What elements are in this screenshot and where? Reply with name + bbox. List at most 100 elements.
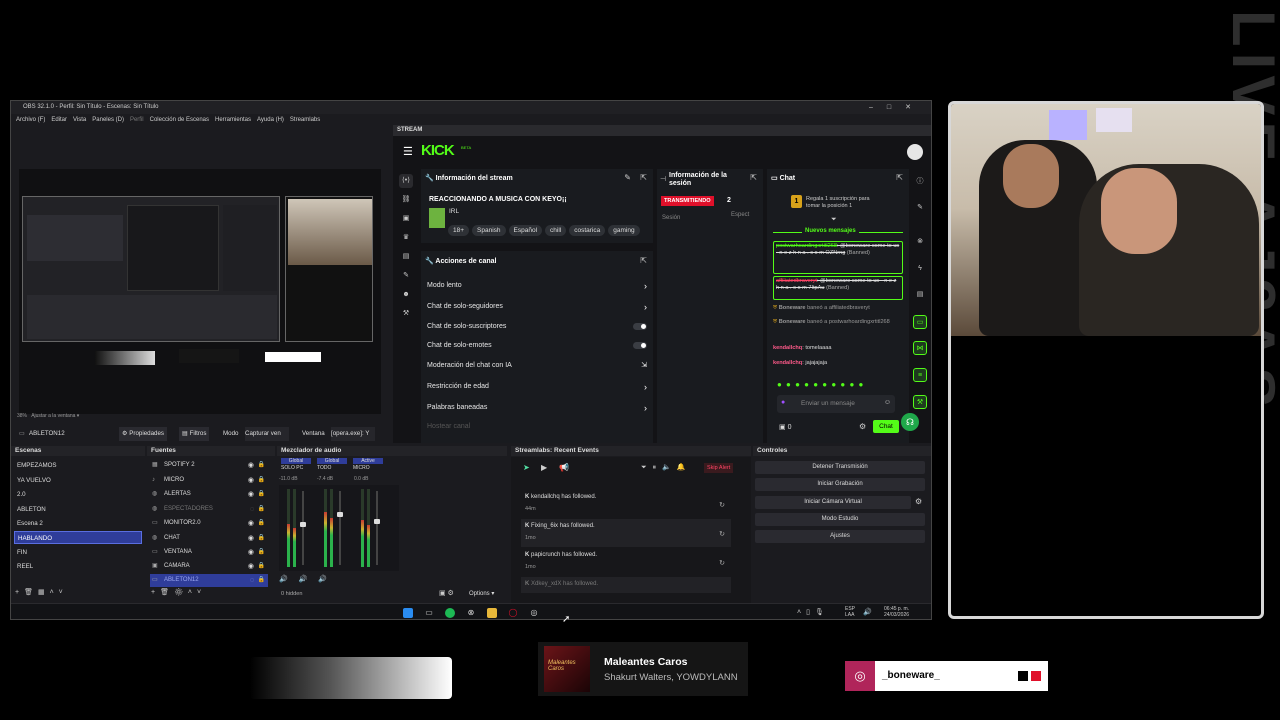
- source-item-hidden[interactable]: ◍ ESPECTADORES ◌ 🔒: [150, 503, 268, 516]
- lock-icon[interactable]: 🔒: [258, 474, 265, 487]
- volume-fader[interactable]: [376, 491, 378, 565]
- rail-wrench-icon[interactable]: ✎: [399, 269, 413, 283]
- preview-fit-select[interactable]: Ajustar a la ventana: [31, 413, 75, 419]
- action-hostear-canal[interactable]: Hostear canal: [427, 418, 651, 436]
- lock-icon[interactable]: 🔒: [258, 517, 265, 530]
- eye-icon[interactable]: ◉: [248, 517, 254, 530]
- toggle-switch[interactable]: [633, 323, 647, 330]
- rail-users-icon[interactable]: ☻: [399, 288, 413, 302]
- eye-icon[interactable]: ◉: [248, 532, 254, 545]
- event-row[interactable]: K papicrunch has followed. 1mo ↻: [521, 548, 731, 576]
- target-icon[interactable]: ⊗: [913, 235, 927, 249]
- opera-icon[interactable]: ◯: [508, 608, 518, 618]
- menu-streamlabs[interactable]: Streamlabs: [290, 114, 320, 126]
- eye-off-icon[interactable]: ◌: [250, 503, 254, 516]
- filters-button[interactable]: ▤ Filtros: [179, 427, 210, 441]
- obs-icon[interactable]: ◎: [529, 608, 539, 618]
- volume-fader-knob[interactable]: [374, 519, 380, 524]
- info-icon[interactable]: ⓘ: [913, 175, 927, 189]
- rail-layout-icon[interactable]: ▤: [399, 250, 413, 264]
- event-row[interactable]: K kendallchq has followed. 44m ↻: [521, 490, 731, 518]
- windows-start-icon[interactable]: [403, 608, 413, 618]
- menu-paneles[interactable]: Paneles (D): [92, 114, 124, 126]
- chat-send-button[interactable]: Chat: [873, 420, 899, 433]
- toggle-switch[interactable]: [633, 342, 647, 349]
- scene-item[interactable]: YA VUELVO: [14, 474, 142, 487]
- action-solo-seguidores[interactable]: Chat de solo-seguidores ›: [427, 298, 651, 316]
- chat-external-icon[interactable]: ⇱: [896, 173, 903, 182]
- clock[interactable]: 06:45 p. m. 24/03/2026: [884, 606, 909, 618]
- settings-button[interactable]: Ajustes: [755, 530, 925, 543]
- chat-message[interactable]: kendallchq: tomelaaaa: [773, 345, 903, 352]
- edit-icon[interactable]: ✎: [624, 173, 631, 182]
- menu-archivo[interactable]: Archivo (F): [16, 114, 45, 126]
- action-restriccion-edad[interactable]: Restricción de edad ›: [427, 378, 651, 396]
- volume-fader[interactable]: [302, 491, 304, 565]
- source-item[interactable]: ◍ CHAT ◉ 🔒: [150, 532, 268, 545]
- event-row[interactable]: K Fixing_6ix has followed. 1mo ↻: [521, 519, 731, 547]
- lock-icon[interactable]: 🔒: [258, 574, 265, 587]
- menu-colecciones[interactable]: Colección de Escenas: [150, 114, 209, 126]
- send-icon[interactable]: ➤: [523, 463, 530, 472]
- events-tools[interactable]: ⏷⏸🔈🔔: [641, 463, 692, 472]
- source-item[interactable]: ▭ VENTANA ◉ 🔒: [150, 546, 268, 559]
- start-recording-button[interactable]: Iniciar Grabación: [755, 478, 925, 491]
- eye-icon[interactable]: ◉: [248, 488, 254, 501]
- action-modo-lento[interactable]: Modo lento ›: [427, 277, 651, 295]
- start-virtual-camera-button[interactable]: Iniciar Cámara Virtual: [755, 496, 911, 509]
- source-item-selected[interactable]: ▭ ABLETON12 ◌ 🔒: [150, 574, 268, 587]
- sources-toolbar[interactable]: +🗑⚙˄˅: [151, 588, 206, 596]
- lock-icon[interactable]: 🔒: [258, 488, 265, 501]
- volume-fader[interactable]: [339, 491, 341, 565]
- avatar[interactable]: [907, 144, 923, 160]
- volume-fader-knob[interactable]: [300, 522, 306, 527]
- preview-canvas[interactable]: [19, 169, 381, 414]
- source-item[interactable]: ♪ MICRO ◉ 🔒: [150, 474, 268, 487]
- preview-zoom-bar[interactable]: 38% Ajustar a la ventana ▾: [17, 413, 79, 419]
- properties-button[interactable]: ⚙ Propiedades: [119, 427, 168, 441]
- split-icon[interactable]: ⋈: [913, 341, 927, 355]
- menu-ayuda[interactable]: Ayuda (H): [257, 114, 284, 126]
- menu-perfil[interactable]: Perfil: [130, 114, 144, 126]
- scene-item[interactable]: REEL: [14, 560, 142, 573]
- emoji-icon[interactable]: ☺: [884, 399, 891, 406]
- eye-icon[interactable]: ◉: [248, 560, 254, 573]
- mixer-tab[interactable]: Global: [281, 458, 311, 464]
- lock-icon[interactable]: 🔒: [258, 459, 265, 472]
- stack-icon[interactable]: ≡: [913, 368, 927, 382]
- volume-icon[interactable]: 🔊: [863, 608, 872, 616]
- action-solo-emotes[interactable]: Chat de solo-emotes: [427, 337, 651, 355]
- volume-fader-knob[interactable]: [337, 512, 343, 517]
- scenes-toolbar[interactable]: +🗑▦˄˅: [15, 588, 68, 596]
- mixer-tools[interactable]: ▣ ⚙: [439, 589, 454, 597]
- play-icon[interactable]: ▶: [541, 463, 547, 472]
- megaphone-icon[interactable]: 📢: [559, 463, 569, 472]
- event-row[interactable]: K Xdkey_xdX has followed.: [521, 577, 731, 593]
- source-item[interactable]: ◍ ALERTAS ◉ 🔒: [150, 488, 268, 501]
- task-view-icon[interactable]: ▭: [424, 608, 434, 618]
- eye-off-icon[interactable]: ◌: [250, 574, 254, 587]
- scene-item-selected[interactable]: HABLANDO: [14, 531, 142, 544]
- mute-icons[interactable]: 🔊🔊🔊: [279, 575, 338, 583]
- chat-bubble-icon[interactable]: ▭: [913, 315, 927, 329]
- lock-icon[interactable]: 🔒: [258, 546, 265, 559]
- window-controls[interactable]: –□✕: [869, 101, 925, 114]
- tray-icons[interactable]: ˄▯🎙: [797, 608, 829, 616]
- source-item[interactable]: ▣ CAMARA ◉ 🔒: [150, 560, 268, 573]
- stop-stream-button[interactable]: Detener Transmisión: [755, 461, 925, 474]
- xbox-icon[interactable]: ⊗: [466, 608, 476, 618]
- eye-icon[interactable]: ◉: [248, 459, 254, 472]
- hamburger-menu-icon[interactable]: ☰: [403, 145, 413, 158]
- rail-tools-icon[interactable]: ⚒: [399, 307, 413, 321]
- spotify-icon[interactable]: [445, 608, 455, 618]
- chat-input[interactable]: ● Enviar un mensaje ☺: [777, 395, 895, 413]
- chat-settings-icon[interactable]: ⚙: [859, 422, 866, 431]
- source-item[interactable]: ▭ MONITOR2.0 ◉ 🔒: [150, 517, 268, 530]
- scene-item[interactable]: ABLETON: [14, 503, 142, 516]
- chat-message[interactable]: kendallchq: jajajajaja: [773, 360, 903, 367]
- replay-icon[interactable]: ↻: [719, 501, 725, 509]
- lock-icon[interactable]: 🔒: [258, 503, 265, 516]
- wrench-icon[interactable]: ⚒: [913, 395, 927, 409]
- menu-editar[interactable]: Editar: [51, 114, 67, 126]
- studio-mode-button[interactable]: Modo Estudio: [755, 513, 925, 526]
